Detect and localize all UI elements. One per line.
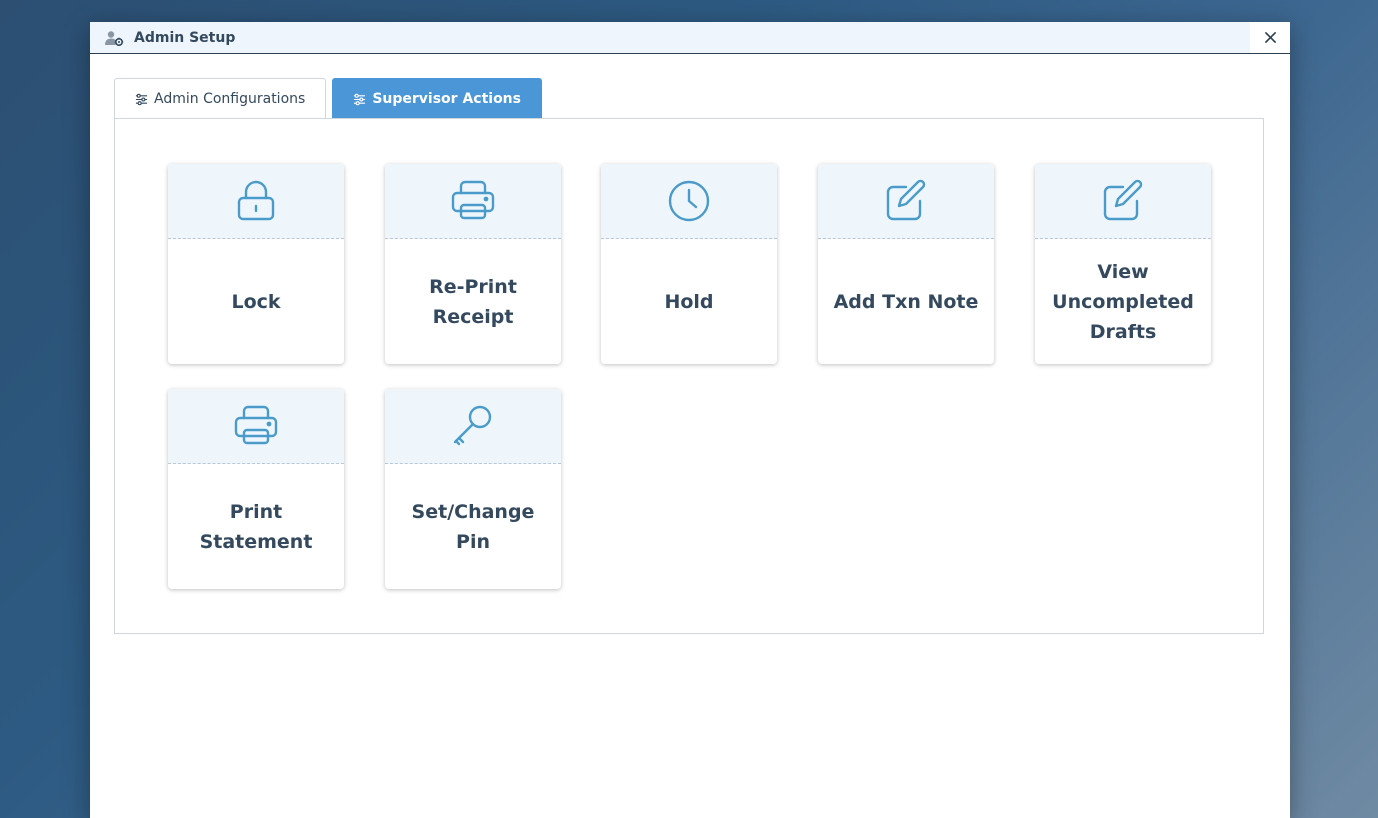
clock-icon bbox=[668, 180, 710, 222]
tab-admin-configurations[interactable]: Admin Configurations bbox=[114, 78, 327, 119]
card-label: Lock bbox=[231, 290, 281, 313]
tab-supervisor-actions[interactable]: Supervisor Actions bbox=[332, 78, 542, 119]
user-gear-icon bbox=[104, 30, 124, 46]
card-icon-area bbox=[385, 164, 561, 239]
card-label-area: View Uncompleted Drafts bbox=[1035, 239, 1211, 364]
close-icon bbox=[1264, 32, 1276, 43]
card-icon-area bbox=[168, 164, 344, 239]
printer-icon bbox=[234, 405, 278, 445]
card-label-area: Add Txn Note bbox=[818, 239, 994, 364]
card-label: Re-Print Receipt bbox=[429, 275, 517, 328]
admin-setup-dialog: Admin Setup Admin Configurations Supervi… bbox=[90, 22, 1290, 818]
edit-note-icon bbox=[886, 179, 926, 221]
sliders-icon bbox=[353, 93, 366, 106]
lock-button[interactable]: Lock bbox=[168, 164, 344, 364]
card-label-area: Lock bbox=[168, 239, 344, 364]
card-label: Set/Change Pin bbox=[411, 500, 535, 553]
view-uncompleted-drafts-button[interactable]: View Uncompleted Drafts bbox=[1035, 164, 1211, 364]
print-statement-button[interactable]: Print Statement bbox=[168, 389, 344, 589]
key-icon bbox=[453, 405, 492, 446]
sliders-icon bbox=[135, 93, 148, 106]
reprint-receipt-button[interactable]: Re-Print Receipt bbox=[385, 164, 561, 364]
card-label-area: Set/Change Pin bbox=[385, 464, 561, 589]
edit-note-icon bbox=[1103, 179, 1143, 221]
card-label-area: Hold bbox=[601, 239, 777, 364]
hold-button[interactable]: Hold bbox=[601, 164, 777, 364]
card-label: Hold bbox=[664, 290, 714, 313]
supervisor-actions-panel: Lock Re-Print Receipt Hold Add Txn Note … bbox=[114, 118, 1264, 634]
card-label: Add Txn Note bbox=[833, 290, 979, 313]
window-title: Admin Setup bbox=[134, 29, 236, 46]
add-txn-note-button[interactable]: Add Txn Note bbox=[818, 164, 994, 364]
card-label: Print Statement bbox=[199, 500, 313, 553]
printer-icon bbox=[451, 180, 495, 220]
tab-label: Supervisor Actions bbox=[372, 91, 521, 107]
close-button[interactable] bbox=[1250, 22, 1290, 53]
card-label: View Uncompleted Drafts bbox=[1052, 260, 1194, 343]
card-label-area: Re-Print Receipt bbox=[385, 239, 561, 364]
card-icon-area bbox=[601, 164, 777, 239]
card-icon-area bbox=[818, 164, 994, 239]
tab-label: Admin Configurations bbox=[154, 91, 306, 107]
tab-bar: Admin Configurations Supervisor Actions bbox=[114, 76, 548, 119]
card-icon-area bbox=[1035, 164, 1211, 239]
card-label-area: Print Statement bbox=[168, 464, 344, 589]
card-icon-area bbox=[168, 389, 344, 464]
title-bar: Admin Setup bbox=[90, 22, 1290, 54]
card-icon-area bbox=[385, 389, 561, 464]
set-change-pin-button[interactable]: Set/Change Pin bbox=[385, 389, 561, 589]
lock-icon bbox=[237, 180, 275, 221]
